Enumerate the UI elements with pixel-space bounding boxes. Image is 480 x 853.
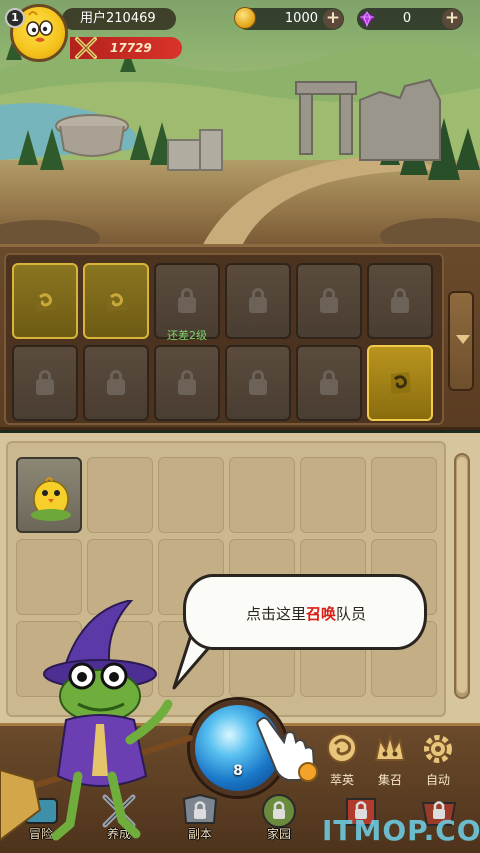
lock-icon bbox=[249, 288, 267, 313]
player-name: 用户210469 bbox=[62, 8, 176, 30]
tutorial-text-suffix: 队员 bbox=[336, 605, 367, 623]
gold-amount: 1000 bbox=[284, 11, 318, 26]
team-slot[interactable] bbox=[371, 457, 437, 533]
equipment-slots: 还差2级 bbox=[4, 253, 444, 425]
team-slot[interactable] bbox=[87, 457, 153, 533]
equipment-slot-locked bbox=[225, 345, 291, 421]
add-gold-button[interactable]: + bbox=[323, 9, 343, 29]
refine-icon bbox=[327, 733, 357, 763]
lock-icon bbox=[320, 288, 338, 313]
slot-emblem-icon bbox=[36, 290, 56, 312]
team-slot[interactable] bbox=[300, 457, 366, 533]
gem-amount: 0 bbox=[402, 11, 412, 26]
equipment-slot-locked bbox=[83, 345, 149, 421]
auto-button[interactable]: 自动 bbox=[414, 730, 462, 794]
equipment-slot-locked: 还差2级 bbox=[154, 263, 220, 342]
lock-icon bbox=[107, 370, 125, 395]
watermark: ITMOP.COM bbox=[322, 814, 480, 847]
gather-icon bbox=[374, 732, 406, 761]
tutorial-text-highlight: 召唤 bbox=[305, 605, 336, 623]
auto-label: 自动 bbox=[425, 773, 450, 787]
equipment-slot-locked bbox=[225, 263, 291, 339]
gold-coin-icon bbox=[234, 7, 256, 29]
gather-button[interactable]: 集召 bbox=[366, 730, 414, 794]
lock-icon bbox=[249, 370, 267, 395]
pointing-hand-icon bbox=[256, 717, 318, 782]
game-screen: 1 用户210469 17729 1000 + 0 + 还差2级 点击这里召唤队… bbox=[0, 0, 480, 853]
gather-label: 集召 bbox=[377, 773, 402, 787]
tutorial-text: 点击这里召唤队员 bbox=[186, 603, 426, 624]
lock-icon bbox=[178, 370, 196, 395]
wizard-frog-guide bbox=[0, 600, 193, 842]
lock-icon bbox=[391, 288, 409, 313]
team-grid-scrollbar[interactable] bbox=[454, 453, 470, 699]
unlock-hint: 还差2级 bbox=[167, 329, 207, 342]
equipment-slot-locked bbox=[12, 345, 78, 421]
refine-label: 萃英 bbox=[329, 773, 354, 787]
equipment-slot-locked bbox=[296, 263, 362, 339]
player-level-badge: 1 bbox=[5, 8, 25, 28]
equipment-panel: 还差2级 bbox=[0, 244, 480, 430]
team-slot[interactable] bbox=[158, 457, 224, 533]
expand-panel-button[interactable] bbox=[448, 291, 474, 391]
slot-emblem-icon bbox=[107, 290, 127, 312]
gear-icon bbox=[424, 735, 452, 763]
scrollbar-thumb[interactable] bbox=[457, 457, 467, 693]
equipment-slot[interactable] bbox=[367, 345, 433, 421]
lock-icon bbox=[320, 370, 338, 395]
tutorial-speech-bubble: 点击这里召唤队员 bbox=[183, 574, 427, 650]
slot-emblem-icon bbox=[391, 372, 411, 394]
tutorial-text-prefix: 点击这里 bbox=[245, 605, 306, 623]
equipment-slot-locked bbox=[367, 263, 433, 339]
gem-counter: 0 + bbox=[357, 8, 463, 30]
team-slot-hero[interactable] bbox=[16, 457, 82, 533]
equipment-slot-locked bbox=[154, 345, 220, 421]
crossed-swords-icon bbox=[75, 37, 97, 59]
nav-home-label: 家园 bbox=[266, 827, 291, 841]
lock-icon bbox=[178, 288, 196, 313]
equipment-slot[interactable] bbox=[83, 263, 149, 339]
nav-home[interactable]: 家园 bbox=[244, 791, 314, 847]
refine-button[interactable]: 萃英 bbox=[318, 730, 366, 794]
gold-counter: 1000 + bbox=[234, 7, 344, 30]
chick-hero-icon bbox=[31, 477, 71, 521]
add-gem-button[interactable]: + bbox=[442, 9, 462, 29]
lock-icon bbox=[36, 370, 54, 395]
equipment-slot[interactable] bbox=[12, 263, 78, 339]
team-slot[interactable] bbox=[229, 457, 295, 533]
chevron-down-icon bbox=[456, 335, 470, 344]
equipment-slot-locked bbox=[296, 345, 362, 421]
gem-icon bbox=[359, 11, 375, 27]
